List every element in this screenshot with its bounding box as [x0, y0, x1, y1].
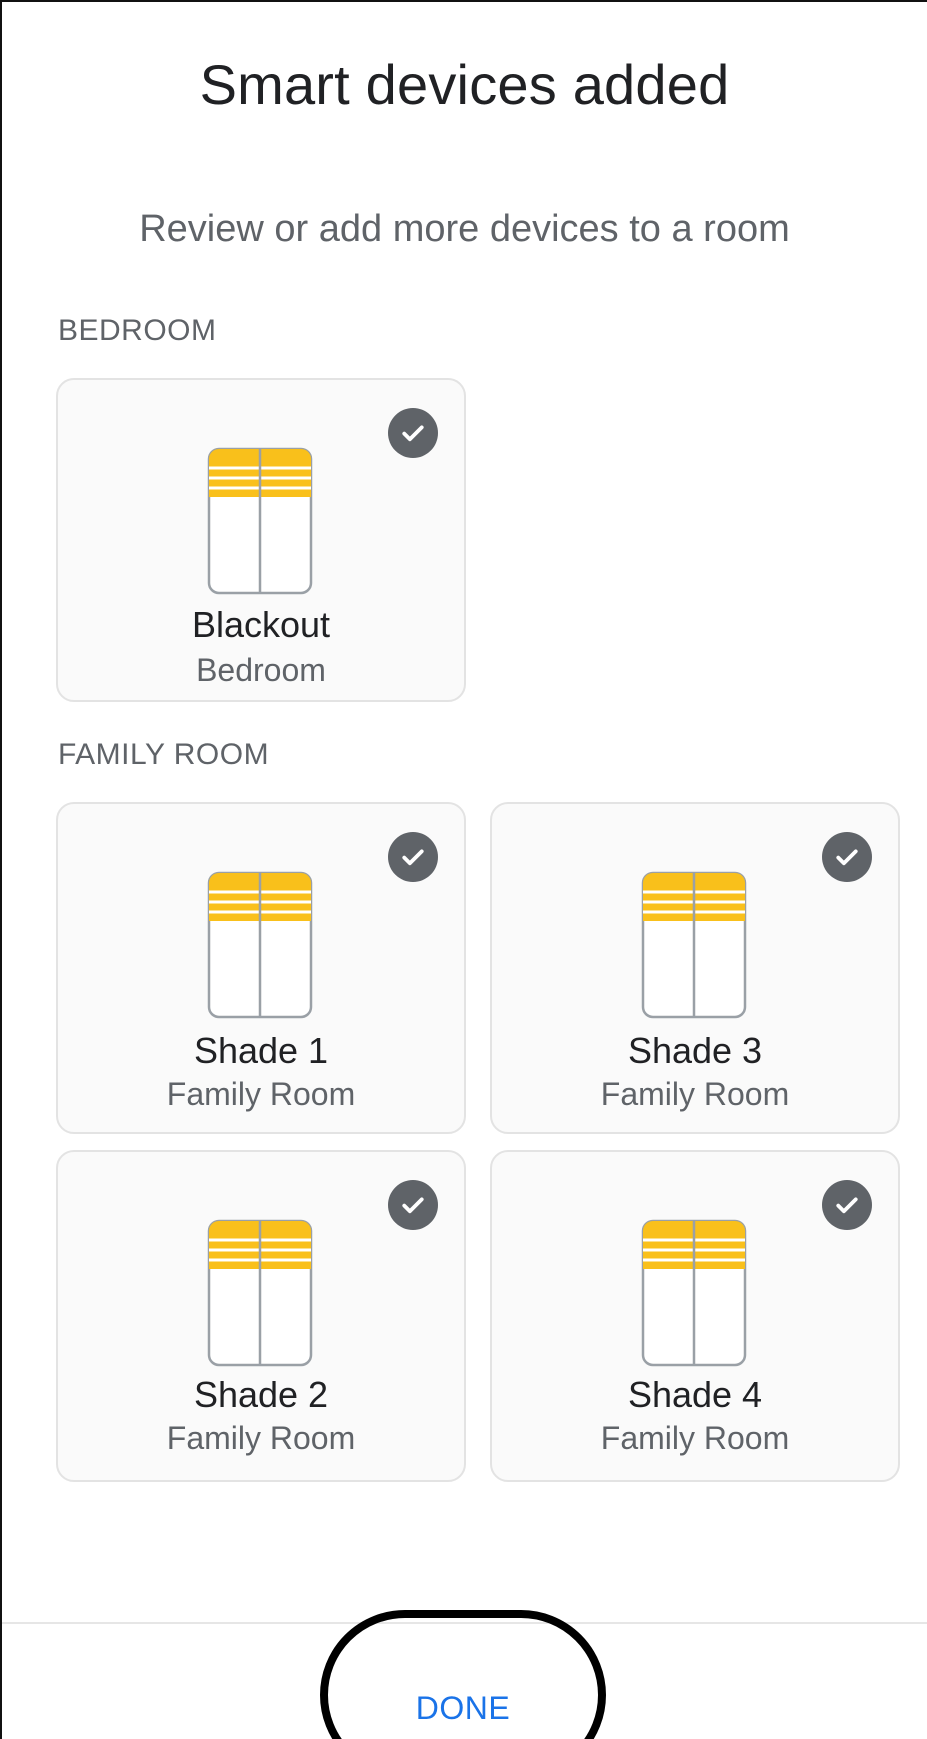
device-name: Shade 1 — [193, 1030, 329, 1071]
device-name: Shade 2 — [193, 1374, 329, 1415]
screen: Smart devices added Review or add more d… — [0, 0, 927, 1739]
window-blinds-icon — [206, 446, 314, 596]
selected-check-icon — [822, 1180, 872, 1230]
selected-check-icon — [822, 832, 872, 882]
page-subtitle: Review or add more devices to a room — [139, 208, 790, 250]
done-button[interactable]: DONE — [320, 1610, 606, 1739]
window-blinds-icon — [206, 1218, 314, 1368]
selected-check-icon — [388, 1180, 438, 1230]
device-name: Blackout — [191, 604, 331, 645]
device-name: Shade 4 — [627, 1374, 763, 1415]
device-room: Bedroom — [196, 652, 326, 688]
window-blinds-icon — [206, 870, 314, 1020]
device-room: Family Room — [166, 1420, 356, 1456]
page-title: Smart devices added — [199, 53, 730, 116]
device-card-shade-2[interactable]: Shade 2 Family Room — [56, 1150, 466, 1482]
device-card-blackout[interactable]: Blackout Bedroom — [56, 378, 466, 702]
device-room: Family Room — [166, 1076, 356, 1112]
selected-check-icon — [388, 832, 438, 882]
section-label-family-room: FAMILY ROOM — [58, 738, 270, 771]
device-card-shade-1[interactable]: Shade 1 Family Room — [56, 802, 466, 1134]
device-card-shade-4[interactable]: Shade 4 Family Room — [490, 1150, 900, 1482]
device-room: Family Room — [600, 1076, 790, 1112]
device-room: Family Room — [600, 1420, 790, 1456]
device-name: Shade 3 — [627, 1030, 763, 1071]
selected-check-icon — [388, 408, 438, 458]
section-label-bedroom: BEDROOM — [58, 314, 217, 347]
window-blinds-icon — [640, 870, 748, 1020]
device-card-shade-3[interactable]: Shade 3 Family Room — [490, 802, 900, 1134]
window-blinds-icon — [640, 1218, 748, 1368]
